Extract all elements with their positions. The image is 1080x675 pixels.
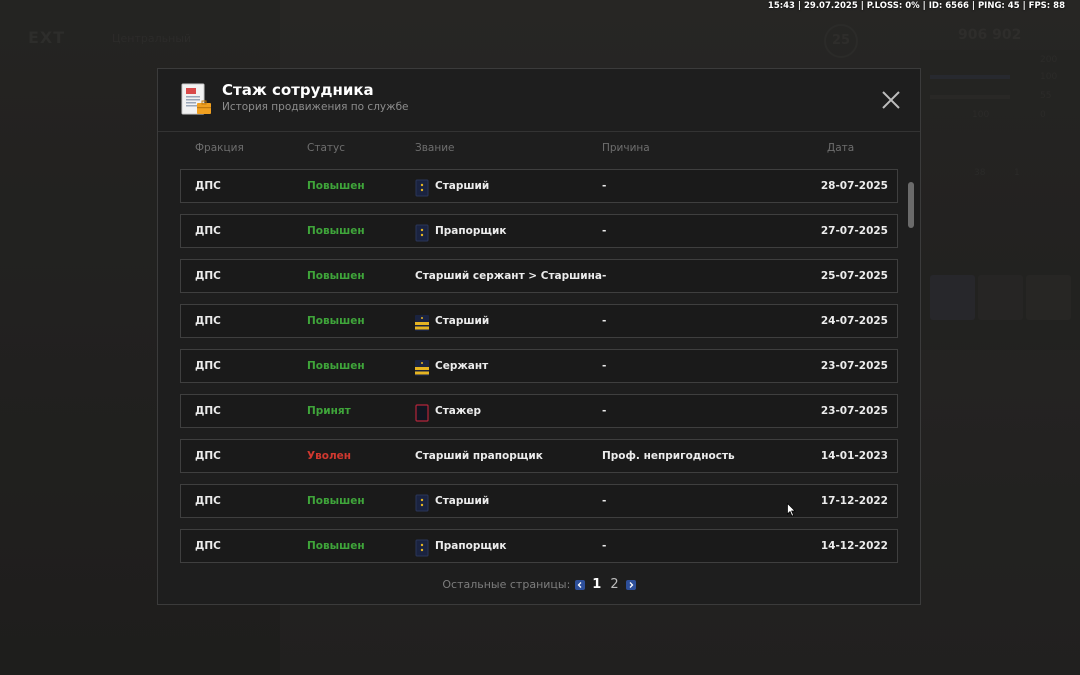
row-faction: ДПС [195,225,221,237]
row-rank-label: Старший [435,315,490,327]
row-status: Повышен [307,495,365,507]
row-date: 24-07-2025 [820,315,888,327]
row-date: 23-07-2025 [820,405,888,417]
table-row: ДПС Повышен Старший - 24-07-2025 [180,304,898,338]
page-1-button[interactable]: 1 [590,577,603,592]
row-reason: - [602,225,607,237]
row-status: Повышен [307,270,365,282]
row-date: 23-07-2025 [820,360,888,372]
row-faction: ДПС [195,360,221,372]
row-rank-label: Старший [435,180,490,192]
row-faction: ДПС [195,315,221,327]
row-rank: Прапорщик [415,530,506,563]
row-rank: Старший [415,170,489,203]
row-date: 25-07-2025 [820,270,888,282]
status-bar: 15:43 | 29.07.2025 | P.LOSS: 0% | ID: 65… [767,1,1065,11]
scrollbar-thumb[interactable] [908,182,914,228]
row-faction: ДПС [195,540,221,552]
yellow-stripes-icon [415,358,429,376]
row-reason: - [602,540,607,552]
row-status: Уволен [307,450,352,462]
row-reason: Проф. непригодность [602,450,735,462]
row-rank: Старший [415,305,489,338]
navy-strap-icon [415,223,429,241]
table-row: ДПС Повышен Прапорщик - 27-07-2025 [180,214,898,248]
column-header-date: Дата [827,142,855,154]
pagination: Остальные страницы: 1 2 [158,577,920,592]
row-status: Повышен [307,315,365,327]
table-row: ДПС Повышен Старший - 28-07-2025 [180,169,898,203]
modal-subtitle: История продвижения по службе [222,101,409,113]
row-faction: ДПС [195,270,221,282]
next-page-button[interactable] [625,579,636,590]
row-date: 14-12-2022 [820,540,888,552]
row-reason: - [602,405,607,417]
employee-service-modal: Стаж сотрудника История продвижения по с… [157,68,921,605]
row-rank: Старший [415,485,489,518]
table-row: ДПС Повышен Прапорщик - 14-12-2022 [180,529,898,563]
prev-page-button[interactable] [575,579,586,590]
row-status: Повышен [307,540,365,552]
yellow-stripes-icon [415,313,429,331]
row-status: Повышен [307,360,365,372]
row-rank: Сержант [415,350,488,383]
table-row: ДПС Принят Стажер - 23-07-2025 [180,394,898,428]
row-rank-label: Прапорщик [435,225,507,237]
row-rank-label: Старший прапорщик [415,450,543,462]
row-reason: - [602,270,607,282]
row-reason: - [602,360,607,372]
row-reason: - [602,180,607,192]
navy-strap-icon [415,493,429,511]
pagination-label: Остальные страницы: [442,578,571,591]
navy-strap-icon [415,538,429,556]
row-status: Повышен [307,180,365,192]
row-reason: - [602,495,607,507]
chevron-right-icon [629,581,634,588]
chevron-left-icon [577,581,582,588]
row-faction: ДПС [195,405,221,417]
row-reason: - [602,315,607,327]
row-date: 28-07-2025 [820,180,888,192]
row-faction: ДПС [195,450,221,462]
mouse-cursor-icon [787,503,796,517]
table-row: ДПС Уволен Старший прапорщик Проф. непригод… [180,439,898,473]
row-faction: ДПС [195,180,221,192]
row-date: 17-12-2022 [820,495,888,507]
column-header-faction: Фракция [195,142,244,154]
row-rank-label: Прапорщик [435,540,507,552]
row-date: 14-01-2023 [820,450,888,462]
row-rank: Прапорщик [415,215,506,248]
table-row: ДПС Повышен Старший сержант > Старшина - 25-… [180,259,898,293]
row-rank: Старший прапорщик [415,440,543,473]
red-border-strap-icon [415,403,429,422]
table-row: ДПС Повышен Сержант - 23-07-2025 [180,349,898,383]
row-date: 27-07-2025 [820,225,888,237]
navy-strap-icon [415,178,429,196]
column-header-status: Статус [307,142,345,154]
row-rank-label: Сержант [435,360,489,372]
document-icon [181,83,211,115]
row-rank-label: Старший сержант > Старшина [415,270,603,282]
column-header-reason: Причина [602,142,650,154]
row-rank-label: Стажер [435,405,481,417]
table-header: Фракция Статус Звание Причина Дата [180,142,880,156]
modal-title: Стаж сотрудника [222,81,374,99]
row-status: Принят [307,405,351,417]
page-2-button[interactable]: 2 [608,577,620,592]
close-icon[interactable] [880,89,902,111]
row-faction: ДПС [195,495,221,507]
row-rank-label: Старший [435,495,490,507]
row-status: Повышен [307,225,365,237]
modal-header: Стаж сотрудника История продвижения по с… [158,69,920,132]
row-rank: Стажер [415,395,481,428]
row-rank: Старший сержант > Старшина [415,260,602,293]
column-header-rank: Звание [415,142,455,154]
